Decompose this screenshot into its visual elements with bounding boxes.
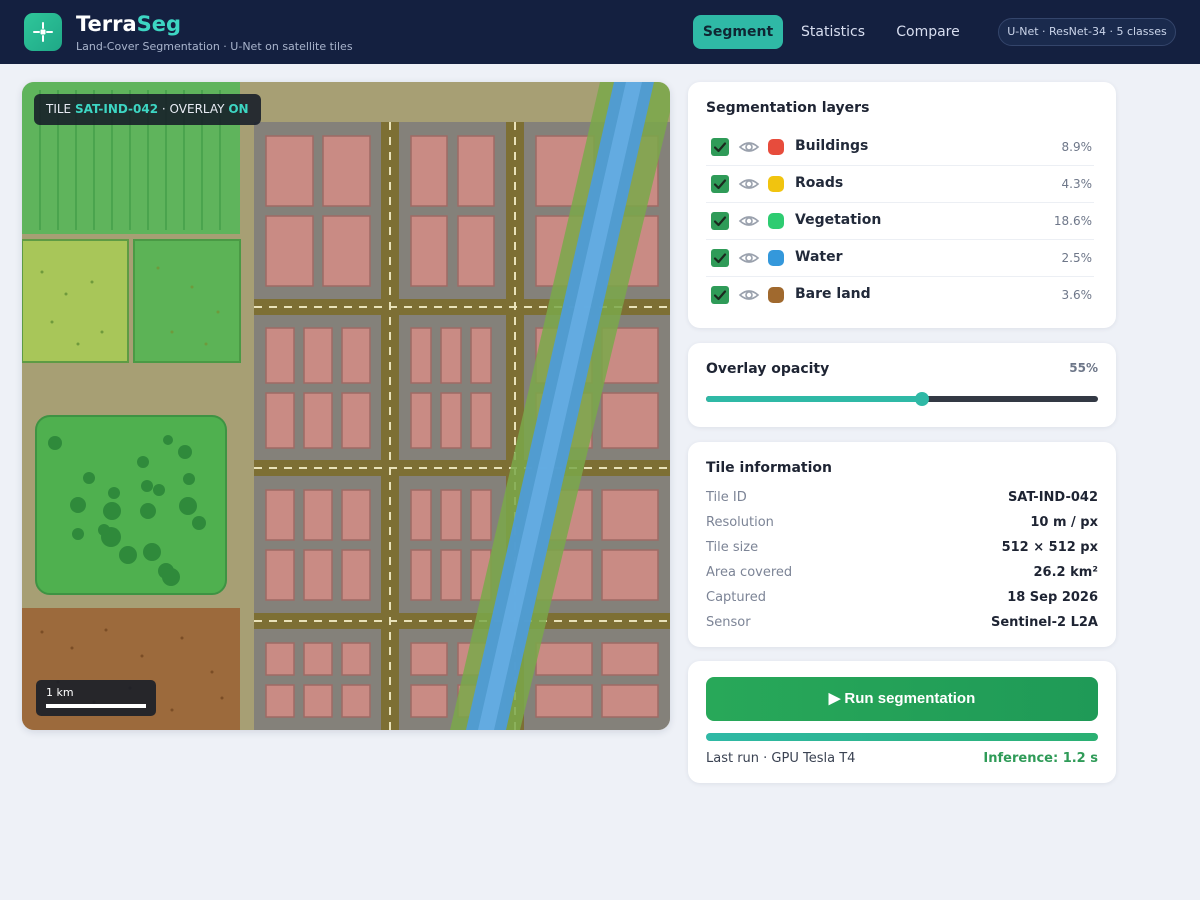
- eye-icon[interactable]: [738, 249, 760, 267]
- run-progress-bar: [706, 733, 1098, 741]
- tile-info-key: Captured: [706, 590, 766, 605]
- opacity-title: Overlay opacity: [706, 361, 830, 377]
- overlay-opacity-panel: Overlay opacity 55%: [688, 343, 1116, 427]
- layer-row[interactable]: Buildings 8.9%: [706, 129, 1094, 166]
- layer-name: Bare land: [795, 286, 871, 302]
- scale-bar-label: 1 km: [46, 686, 74, 699]
- tile-info-value: 512 × 512 px: [1001, 540, 1098, 555]
- eye-icon[interactable]: [738, 138, 760, 156]
- layer-name: Water: [795, 249, 843, 265]
- layer-row[interactable]: Roads 4.3%: [706, 166, 1094, 203]
- layer-row[interactable]: Bare land 3.6%: [706, 277, 1094, 314]
- layer-checkbox[interactable]: [711, 138, 729, 156]
- app-logo: [24, 13, 62, 51]
- tile-info-key: Tile ID: [706, 490, 747, 505]
- satellite-tile[interactable]: [22, 82, 670, 730]
- tile-id-label: SAT-IND-042: [74, 102, 159, 116]
- check-icon: [713, 216, 727, 227]
- tile-info-key: Tile size: [706, 540, 759, 555]
- check-icon: [713, 142, 727, 153]
- scale-bar-line: [46, 704, 146, 708]
- layer-checkbox[interactable]: [711, 212, 729, 230]
- overlay-state-label: ON: [228, 102, 249, 116]
- tile-info-key: Sensor: [706, 615, 751, 630]
- app-tagline: Land-Cover Segmentation · U-Net on satel…: [76, 40, 353, 53]
- tab-compare[interactable]: Compare: [887, 15, 969, 49]
- crosshair-icon: [33, 22, 53, 42]
- layers-title: Segmentation layers: [706, 100, 870, 116]
- opacity-slider-fill: [706, 396, 922, 402]
- check-icon: [713, 290, 727, 301]
- layer-color-swatch: [768, 250, 784, 266]
- segmentation-layers-panel: Segmentation layers Buildings 8.9% Roads 4.…: [688, 82, 1116, 328]
- eye-icon[interactable]: [738, 212, 760, 230]
- app-title: TerraSeg: [76, 12, 182, 36]
- layer-percentage: 2.5%: [1061, 251, 1093, 265]
- layer-checkbox[interactable]: [711, 175, 729, 193]
- layer-name: Vegetation: [795, 212, 882, 228]
- tile-info-row: Captured 18 Sep 2026: [706, 590, 1098, 610]
- check-icon: [713, 253, 727, 264]
- layer-color-swatch: [768, 139, 784, 155]
- layer-row[interactable]: Water 2.5%: [706, 240, 1094, 277]
- map-viewer[interactable]: TILE SAT-IND-042 · OVERLAY ON 1 km: [22, 82, 670, 730]
- layer-color-swatch: [768, 176, 784, 192]
- tile-information-panel: Tile information Tile ID SAT-IND-042 Resol…: [688, 442, 1116, 647]
- scale-bar: 1 km: [36, 680, 156, 716]
- tile-info-row: Area covered 26.2 km²: [706, 565, 1098, 585]
- layer-checkbox[interactable]: [711, 249, 729, 267]
- opacity-value: 55%: [1069, 361, 1098, 375]
- tile-info-row: Resolution 10 m / px: [706, 515, 1098, 535]
- last-run-label: Last run · GPU Tesla T4: [706, 751, 856, 766]
- opacity-slider[interactable]: [706, 392, 1098, 406]
- tile-info-value: 10 m / px: [1030, 515, 1098, 530]
- layer-color-swatch: [768, 287, 784, 303]
- run-segmentation-button[interactable]: ▶ Run segmentation: [706, 677, 1098, 721]
- layer-percentage: 18.6%: [1053, 214, 1092, 228]
- tab-segment[interactable]: Segment: [693, 15, 783, 49]
- layer-percentage: 8.9%: [1061, 140, 1093, 154]
- tile-info-key: Area covered: [706, 565, 793, 580]
- tile-info-value: Sentinel-2 L2A: [991, 615, 1098, 630]
- tile-info-row: Sensor Sentinel-2 L2A: [706, 615, 1098, 635]
- tile-info-value: 18 Sep 2026: [1007, 590, 1098, 605]
- opacity-slider-thumb[interactable]: [914, 392, 929, 406]
- layer-percentage: 4.3%: [1061, 177, 1093, 191]
- model-badge: U-Net · ResNet-34 · 5 classes: [998, 18, 1176, 46]
- layer-percentage: 3.6%: [1061, 288, 1093, 302]
- tab-statistics[interactable]: Statistics: [793, 15, 873, 49]
- eye-icon[interactable]: [738, 175, 760, 193]
- layer-name: Buildings: [795, 138, 869, 154]
- tile-info-row: Tile size 512 × 512 px: [706, 540, 1098, 560]
- app-header: TerraSeg Land-Cover Segmentation · U-Net…: [0, 0, 1200, 64]
- layer-color-swatch: [768, 213, 784, 229]
- run-panel: ▶ Run segmentation Last run · GPU Tesla …: [688, 661, 1116, 783]
- tile-info-value: 26.2 km²: [1033, 565, 1099, 580]
- inference-time-label: Inference: 1.2 s: [983, 751, 1098, 766]
- tile-info-key: Resolution: [706, 515, 774, 530]
- eye-icon[interactable]: [738, 286, 760, 304]
- layer-row[interactable]: Vegetation 18.6%: [706, 203, 1094, 240]
- layer-checkbox[interactable]: [711, 286, 729, 304]
- tile-info-row: Tile ID SAT-IND-042: [706, 490, 1098, 510]
- tile-info-title: Tile information: [706, 460, 833, 476]
- layer-name: Roads: [795, 175, 844, 191]
- tile-info-value: SAT-IND-042: [1007, 490, 1098, 505]
- tile-overlay-badge: TILE SAT-IND-042 · OVERLAY ON: [34, 94, 261, 125]
- check-icon: [713, 179, 727, 190]
- run-progress-fill: [706, 733, 1098, 741]
